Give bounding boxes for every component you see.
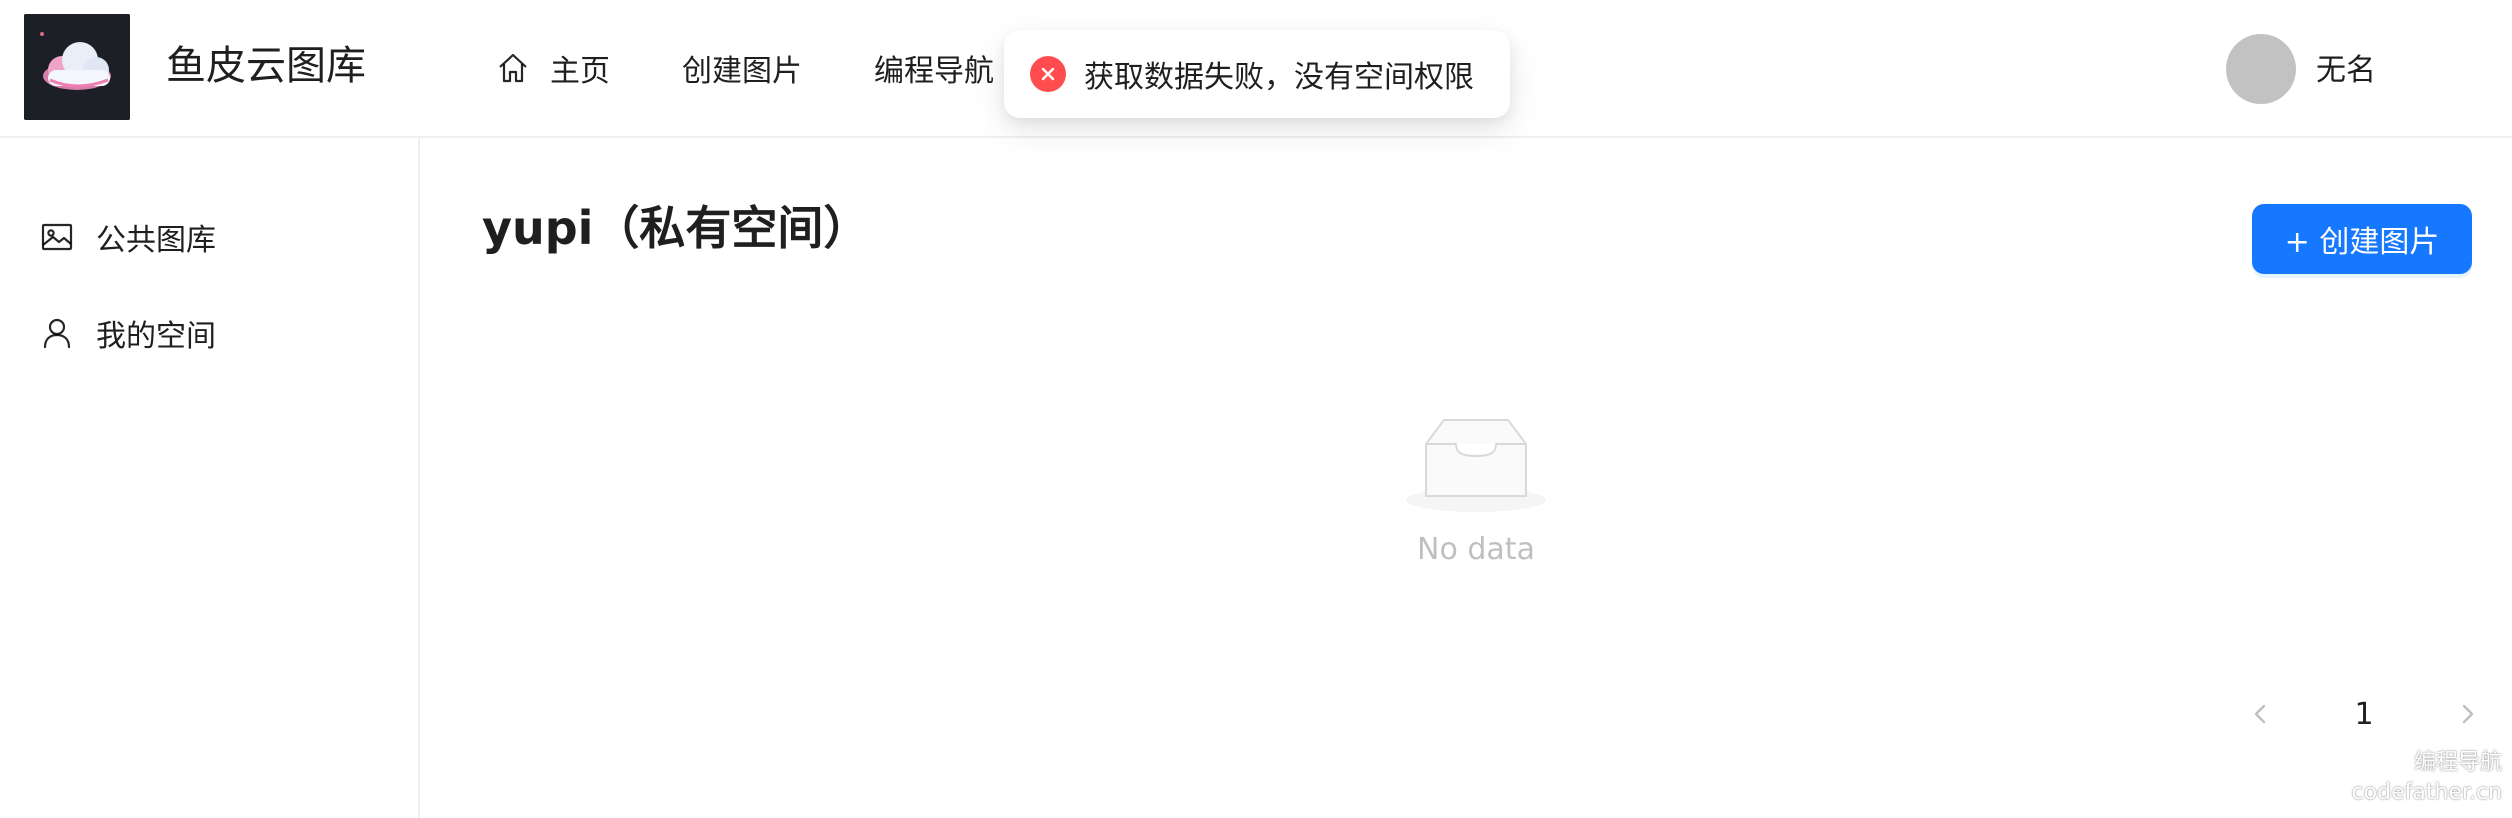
empty-state: No data — [1396, 412, 1556, 567]
next-page-button[interactable] — [2442, 684, 2492, 744]
nav-item-coding-guide[interactable]: 编程导航 — [874, 0, 994, 136]
empty-text: No data — [1417, 532, 1535, 567]
sidebar-item-label: 我的空间 — [96, 319, 216, 354]
watermark: 编程导航 codefather.cn — [2352, 748, 2502, 808]
close-circle-icon — [1030, 56, 1066, 92]
user-menu[interactable]: 无名 — [2226, 34, 2376, 104]
nav-item-create-picture-label: 创建图片 — [682, 54, 802, 89]
nav-item-create-picture[interactable]: 创建图片 — [682, 0, 802, 136]
watermark-line2: codefather.cn — [2351, 780, 2502, 805]
page-number[interactable]: 1 — [2326, 684, 2402, 744]
username[interactable]: 无名 — [2316, 45, 2376, 89]
error-toast: 获取数据失败，没有空间权限 — [1004, 30, 1510, 118]
page-title: yupi（私有空间） — [482, 201, 870, 255]
picture-icon — [40, 220, 74, 254]
toast-message: 获取数据失败，没有空间权限 — [1084, 60, 1474, 95]
sidebar-item-public-gallery[interactable]: 公共图库 — [0, 197, 418, 277]
brand-title[interactable]: 鱼皮云图库 — [166, 40, 366, 92]
nav-item-coding-guide-label: 编程导航 — [874, 54, 994, 89]
nav-item-home-label: 主页 — [550, 54, 610, 89]
watermark-line1: 编程导航 — [2413, 750, 2502, 775]
sidebar-item-label: 公共图库 — [96, 223, 216, 258]
pagination: 1 — [2236, 684, 2492, 744]
home-icon — [496, 51, 530, 85]
avatar[interactable] — [2226, 34, 2296, 104]
prev-page-button[interactable] — [2236, 684, 2286, 744]
create-picture-button[interactable]: + 创建图片 — [2252, 204, 2472, 274]
sidebar-item-my-space[interactable]: 我的空间 — [0, 293, 418, 373]
sidebar: 公共图库 我的空间 — [0, 138, 420, 818]
user-icon — [40, 316, 74, 350]
chevron-right-icon — [2462, 704, 2474, 724]
top-nav: 主页 创建图片 编程导航 — [496, 0, 1066, 136]
nav-item-home[interactable]: 主页 — [496, 0, 610, 136]
empty-inbox-icon — [1406, 419, 1546, 512]
chevron-left-icon — [2254, 704, 2266, 724]
logo-image[interactable] — [24, 14, 130, 120]
